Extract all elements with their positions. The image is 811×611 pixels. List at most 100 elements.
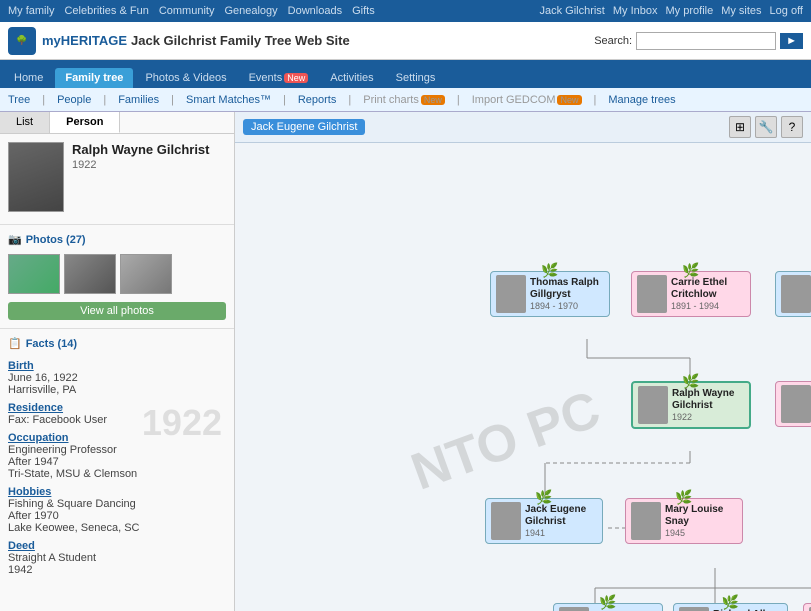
search-button[interactable]: ► — [780, 33, 803, 49]
card-text-carrie: Carrie Ethel Critchlow 1891 - 1994 — [671, 277, 745, 311]
card-photo-mary — [631, 502, 661, 540]
fact-residence-title[interactable]: Residence — [8, 402, 226, 414]
nav-gifts[interactable]: Gifts — [352, 5, 375, 17]
facts-section-header: 📋 Facts (14) — [0, 333, 234, 354]
card-carrie[interactable]: 🌿 Carrie Ethel Critchlow 1891 - 1994 — [631, 271, 751, 317]
fact-birth: Birth June 16, 1922Harrisville, PA — [8, 360, 226, 396]
card-virginia[interactable]: Virginia Jean Brock 1924 - 1998 — [775, 381, 811, 427]
card-sherri[interactable]: 🌿 Sherri Lynn Gilchrist 1966 — [803, 603, 811, 611]
facts-icon: 📋 — [8, 337, 22, 350]
subnav-manage-trees[interactable]: Manage trees — [608, 94, 675, 106]
subnav-families[interactable]: Families — [118, 94, 159, 106]
person-tabs: List Person — [0, 112, 234, 134]
photo-thumb-1[interactable] — [8, 254, 60, 294]
heritage-logo-icon: 🌳 — [8, 27, 36, 55]
print-charts-badge: New — [421, 95, 445, 105]
tree-breadcrumb: Jack Eugene Gilchrist ⊞ 🔧 ? — [235, 112, 811, 143]
fact-hobbies-title[interactable]: Hobbies — [8, 486, 226, 498]
person-photo-image — [9, 143, 63, 211]
card-photo-richard — [679, 607, 709, 611]
card-text-thomas: Thomas Ralph Gillgryst 1894 - 1970 — [530, 277, 604, 311]
search-input[interactable] — [636, 32, 776, 50]
card-years-carrie: 1891 - 1994 — [671, 301, 745, 311]
card-name-carrie: Carrie Ethel Critchlow — [671, 277, 745, 301]
tree-settings-icon[interactable]: 🔧 — [755, 116, 777, 138]
photo-thumb-3[interactable] — [120, 254, 172, 294]
fact-occupation-value: Engineering ProfessorAfter 1947Tri-State… — [8, 444, 226, 480]
subnav-print-charts[interactable]: Print chartsNew — [363, 94, 445, 106]
tab-person[interactable]: Person — [50, 112, 120, 133]
photo-thumb-2[interactable] — [64, 254, 116, 294]
facts-label: Facts (14) — [26, 338, 77, 350]
tab-family-tree[interactable]: Family tree — [55, 68, 133, 88]
subnav-sep3: | — [171, 94, 174, 106]
card-mary[interactable]: 🌿 Mary Louise Snay 1945 — [625, 498, 743, 544]
fact-occupation: Occupation Engineering ProfessorAfter 19… — [8, 432, 226, 480]
nav-downloads[interactable]: Downloads — [288, 5, 342, 17]
tab-events[interactable]: EventsNew — [239, 68, 319, 88]
events-badge: New — [284, 73, 308, 83]
card-name-thomas: Thomas Ralph Gillgryst — [530, 277, 604, 301]
nav-celebrities[interactable]: Celebrities & Fun — [64, 5, 148, 17]
tab-list[interactable]: List — [0, 112, 50, 133]
nav-profile[interactable]: My profile — [666, 5, 714, 17]
fact-occupation-title[interactable]: Occupation — [8, 432, 226, 444]
breadcrumb-tag[interactable]: Jack Eugene Gilchrist — [243, 119, 365, 135]
tab-photos-videos[interactable]: Photos & Videos — [135, 68, 236, 88]
main-navigation: Home Family tree Photos & Videos EventsN… — [0, 60, 811, 88]
left-panel: List Person Ralph Wayne Gilchrist 1922 📷… — [0, 112, 235, 611]
logo-area: 🌳 myHERITAGE Jack Gilchrist Family Tree … — [8, 27, 350, 55]
top-nav-left: My family Celebrities & Fun Community Ge… — [8, 5, 375, 17]
tree-layout-icon[interactable]: ⊞ — [729, 116, 751, 138]
divider-1 — [0, 224, 234, 225]
nav-community[interactable]: Community — [159, 5, 215, 17]
subnav-sep1: | — [42, 94, 45, 106]
card-photo-tigger — [559, 607, 589, 611]
card-richard[interactable]: 🌿 Richard Allen Loweke 1963 — [673, 603, 788, 611]
search-area: Search: ► — [594, 32, 803, 50]
facts-section: Birth June 16, 1922Harrisville, PA Resid… — [0, 354, 234, 611]
divider-2 — [0, 328, 234, 329]
nav-my-sites[interactable]: My sites — [721, 5, 761, 17]
tab-activities[interactable]: Activities — [320, 68, 383, 88]
nav-genealogy[interactable]: Genealogy — [224, 5, 277, 17]
subnav-smart-matches[interactable]: Smart Matches™ — [186, 94, 271, 106]
subnav-sep5: | — [348, 94, 351, 106]
card-name-jack: Jack Eugene Gilchrist — [525, 504, 597, 528]
card-photo-virginia — [781, 385, 811, 423]
tree-help-icon[interactable]: ? — [781, 116, 803, 138]
person-year: 1922 — [72, 159, 210, 171]
subnav-tree[interactable]: Tree — [8, 94, 30, 106]
card-years-jack: 1941 — [525, 528, 597, 538]
subnav-sep4: | — [283, 94, 286, 106]
subnav-import-gedcom[interactable]: Import GEDCOMNew — [472, 94, 582, 106]
tab-settings[interactable]: Settings — [386, 68, 446, 88]
logo-text-area: myHERITAGE Jack Gilchrist Family Tree We… — [42, 33, 350, 48]
right-panel: Jack Eugene Gilchrist ⊞ 🔧 ? — [235, 112, 811, 611]
fact-birth-title[interactable]: Birth — [8, 360, 226, 372]
card-thomas[interactable]: 🌿 Thomas Ralph Gillgryst 1894 - 1970 — [490, 271, 610, 317]
logo-bar: 🌳 myHERITAGE Jack Gilchrist Family Tree … — [0, 22, 811, 60]
card-photo-carrie — [637, 275, 667, 313]
card-joseph[interactable]: 🌿 Joseph Omar Brock 1902 - 1989 — [775, 271, 811, 317]
logo-heritage-text: myHERITAGE — [42, 33, 127, 48]
card-text-mary: Mary Louise Snay 1945 — [665, 504, 737, 538]
card-name-ralph: Ralph Wayne Gilchrist — [672, 388, 744, 412]
card-jack[interactable]: 🌿 Jack Eugene Gilchrist 1941 — [485, 498, 603, 544]
fact-deed: Deed Straight A Student1942 — [8, 540, 226, 576]
subnav-people[interactable]: People — [57, 94, 91, 106]
card-ralph[interactable]: 🌿 Ralph Wayne Gilchrist 1922 — [631, 381, 751, 429]
tab-home[interactable]: Home — [4, 68, 53, 88]
search-label: Search: — [594, 35, 632, 47]
nav-my-family[interactable]: My family — [8, 5, 54, 17]
fact-deed-value: Straight A Student1942 — [8, 552, 226, 576]
fact-hobbies-value: Fishing & Square DancingAfter 1970Lake K… — [8, 498, 226, 534]
top-nav-right: Jack Gilchrist My Inbox My profile My si… — [539, 5, 803, 17]
card-tigger[interactable]: 🌿 Tigger Gilchrist — [553, 603, 663, 611]
fact-deed-title[interactable]: Deed — [8, 540, 226, 552]
subnav-reports[interactable]: Reports — [298, 94, 337, 106]
content-area: List Person Ralph Wayne Gilchrist 1922 📷… — [0, 112, 811, 611]
view-all-photos-button[interactable]: View all photos — [8, 302, 226, 320]
nav-inbox[interactable]: My Inbox — [613, 5, 658, 17]
nav-logoff[interactable]: Log off — [770, 5, 803, 17]
